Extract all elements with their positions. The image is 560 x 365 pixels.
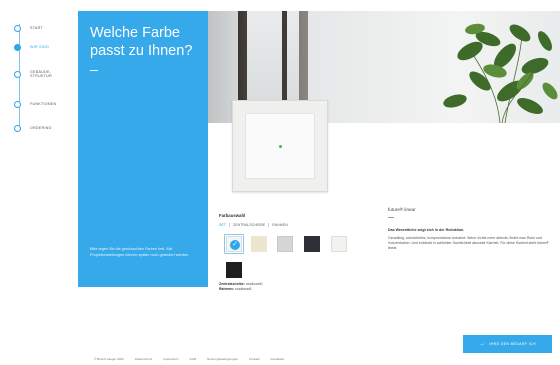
swatch-weiss[interactable] [331, 236, 347, 252]
step-dot-active-icon [14, 43, 21, 51]
check-icon: ✓ [230, 240, 240, 250]
product-description: Geradlinig, schnörkellos, kompromisslos … [388, 236, 549, 251]
nav-item-label: Ordering [30, 125, 52, 130]
tab-zentralscheibe[interactable]: Zentralscheibe [229, 223, 268, 227]
arrow-right-icon: → [479, 341, 486, 347]
step-dot-icon [14, 100, 21, 108]
color-tabs: Set Zentralscheibe Rahmen [219, 223, 291, 227]
tab-rahmen[interactable]: Rahmen [268, 223, 291, 227]
footer-link-kontakt[interactable]: Kontakt [249, 357, 260, 361]
product-subheading: Das Wesentliche zeigt sich in der Redukt… [388, 228, 465, 232]
product-name: future® linear [388, 207, 416, 212]
footer-link-datenschutz[interactable]: Datenschutz [135, 357, 152, 361]
nav-item-label: Wir sind [30, 44, 49, 49]
nav-item-gebaeude-struktur[interactable]: Gebäude-Struktur [14, 66, 64, 82]
step-dot-icon [14, 24, 21, 32]
color-selection-title: Farbauswahl [219, 213, 246, 218]
info-value-zentralscheibe: studioweiß [245, 282, 263, 286]
info-label-zentralscheibe: Zentralscheibe: [219, 282, 245, 286]
nav-item-label: Start [30, 25, 43, 30]
nav-item-start[interactable]: Start [14, 22, 43, 34]
footer-link-agb[interactable]: AGB [190, 357, 197, 361]
nav-item-ordering[interactable]: Ordering [14, 122, 52, 134]
info-value-rahmen: studioweiß [234, 287, 252, 291]
swatch-anthrazit[interactable] [304, 236, 320, 252]
swatch-studioweiss[interactable]: ✓ [226, 236, 242, 252]
led-indicator-icon [279, 145, 282, 148]
next-step-button[interactable]: → Ihre den Bedarf ich [463, 335, 552, 353]
page-title-line1: Welche Farbe [90, 25, 180, 41]
swatch-alu[interactable] [277, 236, 293, 252]
step-dot-icon [14, 124, 21, 132]
nav-item-funktionen[interactable]: Funktionen [14, 98, 56, 110]
product-divider [388, 217, 394, 218]
page-title: Welche Farbe passt zu Ihnen? [90, 24, 205, 60]
footer-link-impressum[interactable]: Impressum [163, 357, 178, 361]
plant-icon [443, 23, 558, 123]
nav-item-wir-sind[interactable]: Wir sind [14, 41, 49, 53]
info-label-rahmen: Rahmen: [219, 287, 234, 291]
step-dot-icon [14, 70, 21, 78]
swatch-schwarz[interactable] [226, 262, 242, 278]
hero-description: Bitte legen Sie die gewünschten Farben f… [90, 247, 190, 257]
footer-link-feedback[interactable]: Feedback [271, 357, 285, 361]
next-step-label: Ihre den Bedarf ich [489, 342, 536, 346]
page-title-line2: passt zu Ihnen? [90, 43, 193, 59]
footer-link-nutzungsbedingungen[interactable]: Nutzungsbedingungen [207, 357, 238, 361]
tab-set[interactable]: Set [219, 223, 229, 227]
selection-summary: Zentralscheibe: studioweiß Rahmen: studi… [219, 282, 263, 292]
footer-copyright: © Busch-Jaeger 2022 [94, 357, 124, 361]
nav-item-label: Gebäude-Struktur [30, 69, 52, 79]
nav-item-label: Funktionen [30, 101, 57, 106]
step-sidebar: Start Wir sind Gebäude-Struktur Funktion… [0, 0, 78, 365]
title-divider [90, 70, 98, 71]
footer: © Busch-Jaeger 2022 Datenschutz Impressu… [94, 357, 284, 361]
swatch-elfenbein[interactable] [251, 236, 267, 252]
